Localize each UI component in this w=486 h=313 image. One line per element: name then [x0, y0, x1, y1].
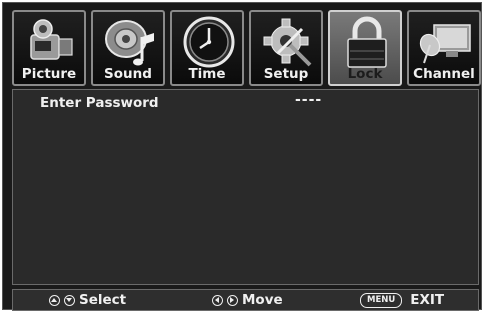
- left-arrow-icon: [212, 294, 223, 306]
- up-arrow-icon: [49, 294, 60, 306]
- tab-sound[interactable]: Sound: [91, 10, 165, 86]
- padlock-icon: [347, 16, 387, 68]
- tab-label-sound: Sound: [104, 66, 152, 82]
- gear-wrench-icon: [263, 18, 312, 67]
- tab-label-time: Time: [188, 66, 226, 82]
- menu-key: MENU: [360, 292, 403, 308]
- camcorder-icon: [30, 19, 73, 60]
- tab-label-setup: Setup: [263, 66, 309, 82]
- hint-exit-label: EXIT: [410, 292, 445, 308]
- hint-move-label: Move: [242, 292, 283, 308]
- satellite-dish-icon: [419, 24, 471, 64]
- tab-label-lock: Lock: [347, 66, 383, 82]
- clock-icon: [183, 16, 235, 68]
- down-arrow-icon: [64, 294, 75, 306]
- music-note-icon: [105, 20, 154, 66]
- tab-label-channel: Channel: [413, 66, 475, 82]
- hint-exit: MENU EXIT: [360, 291, 444, 309]
- tab-lock[interactable]: Lock: [328, 10, 402, 86]
- hint-select-label: Select: [79, 292, 127, 308]
- tab-setup[interactable]: Setup: [249, 10, 323, 86]
- password-panel: Enter Password ----: [12, 89, 479, 285]
- tv-osd-menu: Picture Sound Time Setup Lock Channel En…: [2, 2, 482, 311]
- tab-label-picture: Picture: [21, 66, 77, 82]
- tab-channel[interactable]: Channel: [407, 10, 481, 86]
- tab-picture[interactable]: Picture: [12, 10, 86, 86]
- password-input[interactable]: ----: [295, 92, 322, 108]
- password-label: Enter Password: [40, 95, 159, 111]
- key-hint-bar: Select Move MENU EXIT: [12, 289, 479, 311]
- hint-move: Move: [212, 291, 283, 309]
- menu-tab-bar: Picture Sound Time Setup Lock Channel: [12, 10, 482, 86]
- tab-time[interactable]: Time: [170, 10, 244, 86]
- hint-select: Select: [49, 291, 126, 309]
- right-arrow-icon: [227, 294, 238, 306]
